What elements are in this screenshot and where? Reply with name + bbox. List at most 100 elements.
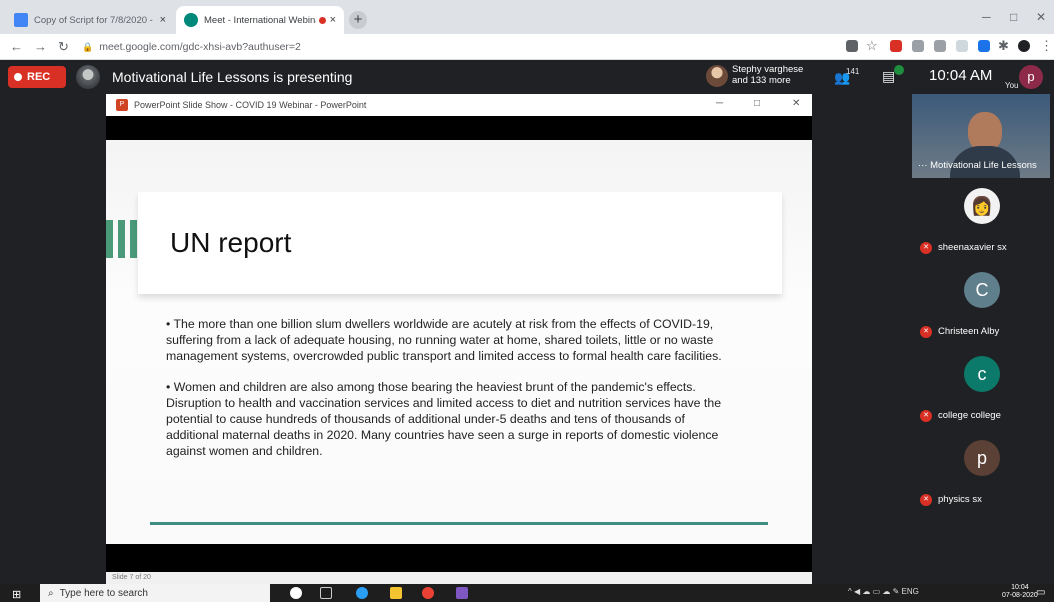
task-view-icon[interactable]: [320, 587, 332, 599]
app-icon[interactable]: [456, 587, 468, 599]
reload-icon[interactable]: ↻: [58, 39, 69, 55]
mic-off-icon: ✕: [920, 326, 932, 338]
bullet-2: • Women and children are also among thos…: [166, 379, 722, 459]
search-placeholder: Type here to search: [59, 587, 148, 599]
profile-icon[interactable]: [1018, 40, 1030, 52]
participant-name: Christeen Alby: [938, 326, 1000, 337]
search-icon: ⌕: [48, 587, 54, 599]
rec-label: REC: [27, 71, 51, 83]
participant-name: sheenaxavier sx: [938, 242, 1007, 253]
participant-name: college college: [938, 410, 1001, 421]
forward-icon[interactable]: →: [34, 39, 47, 54]
close-tab-icon[interactable]: ×: [160, 14, 166, 26]
people-count: 141: [846, 67, 860, 76]
minimize-icon[interactable]: ─: [716, 98, 723, 109]
language-indicator[interactable]: ENG: [902, 587, 919, 596]
participants-panel: ··· Motivational Life Lessons 👩 ✕ sheena…: [910, 94, 1054, 584]
meeting-clock: 10:04 AM: [929, 67, 993, 84]
featured-participant-tile[interactable]: ··· Motivational Life Lessons: [912, 94, 1050, 178]
back-icon[interactable]: ←: [10, 39, 23, 54]
extension-icon[interactable]: [956, 40, 968, 52]
close-tab-icon[interactable]: ×: [330, 14, 336, 26]
participant-tile[interactable]: p ✕ physics sx: [912, 432, 1050, 516]
joiner-name: Stephy varghese: [732, 64, 804, 75]
chrome-icon[interactable]: [422, 587, 434, 599]
slide: UN report • The more than one billion sl…: [106, 140, 812, 544]
tray-icons[interactable]: ^ ◀ ☁ ▭ ☁ ✎: [848, 587, 902, 596]
minimize-icon[interactable]: ─: [982, 10, 991, 24]
extension-icon[interactable]: [978, 40, 990, 52]
taskbar-date: 07-08-2020: [1002, 592, 1038, 599]
tab-title: Meet - International Webina: [204, 14, 316, 26]
taskbar-clock[interactable]: 10:04 07-08-2020: [1002, 584, 1038, 600]
slide-title: UN report: [170, 227, 292, 258]
participant-tile[interactable]: C ✕ Christeen Alby: [912, 264, 1050, 348]
system-tray: ^ ◀ ☁ ▭ ☁ ✎ ENG: [848, 587, 919, 596]
file-explorer-icon[interactable]: [390, 587, 402, 599]
participant-avatar: p: [964, 440, 1000, 476]
meet-top-bar: REC Motivational Life Lessons is present…: [0, 60, 1054, 94]
extension-icon[interactable]: [934, 40, 946, 52]
extensions-puzzle-icon[interactable]: ✱: [998, 38, 1009, 54]
recording-badge: REC: [8, 66, 66, 88]
maximize-icon[interactable]: □: [754, 98, 760, 109]
chat-badge: [894, 65, 904, 75]
participant-tile[interactable]: c ✕ college college: [912, 348, 1050, 432]
cortana-icon[interactable]: [290, 587, 302, 599]
record-dot-icon: [14, 73, 22, 81]
browser-tab-strip: Copy of Script for 7/8/2020 - Go × Meet …: [0, 0, 1054, 34]
bullet-1: • The more than one billion slum dweller…: [166, 317, 722, 364]
participant-name: physics sx: [938, 494, 982, 505]
url-text: meet.google.com/gdc-xhsi-avb?authuser=2: [99, 41, 301, 53]
close-icon[interactable]: ✕: [792, 98, 800, 109]
tab-title: Copy of Script for 7/8/2020 - Go: [34, 14, 156, 26]
joiner-notice: Stephy varghese and 133 more: [732, 64, 803, 86]
screen: Copy of Script for 7/8/2020 - Go × Meet …: [0, 0, 1054, 602]
presenter-avatar: [76, 65, 100, 89]
new-tab-button[interactable]: +: [349, 11, 367, 29]
participant-avatar: c: [964, 356, 1000, 392]
joiner-avatar: [706, 65, 728, 87]
self-label: You: [1005, 81, 1019, 90]
lock-icon: 🔒: [82, 41, 94, 52]
self-avatar[interactable]: p: [1019, 65, 1043, 89]
windows-start-icon[interactable]: ⊞: [12, 588, 21, 601]
tab-meet[interactable]: Meet - International Webina ×: [176, 6, 344, 34]
title-box: UN report: [138, 192, 782, 294]
powerpoint-icon: P: [116, 99, 128, 111]
taskbar-time: 10:04: [1011, 584, 1029, 591]
extension-icon[interactable]: [890, 40, 902, 52]
slide-body: • The more than one billion slum dweller…: [166, 316, 726, 474]
ppt-window-title: PowerPoint Slide Show - COVID 19 Webinar…: [134, 100, 367, 110]
mic-off-icon: ✕: [920, 242, 932, 254]
camera-icon[interactable]: [846, 40, 858, 52]
url-field[interactable]: 🔒 meet.google.com/gdc-xhsi-avb?authuser=…: [82, 37, 842, 57]
recording-indicator-icon: [318, 16, 326, 24]
slide-divider: [150, 522, 768, 525]
notification-icon[interactable]: ▭: [1036, 587, 1045, 598]
menu-icon[interactable]: ⋮: [1040, 38, 1053, 54]
meet-icon: [184, 13, 198, 27]
extension-icon[interactable]: [912, 40, 924, 52]
participant-avatar: 👩: [964, 188, 1000, 224]
edge-icon[interactable]: [356, 587, 368, 599]
presenting-title: Motivational Life Lessons is presenting: [112, 69, 353, 85]
close-window-icon[interactable]: ✕: [1036, 10, 1046, 24]
address-bar: ← → ↻ 🔒 meet.google.com/gdc-xhsi-avb?aut…: [0, 34, 1054, 60]
mic-off-icon: ✕: [920, 494, 932, 506]
featured-participant-name: ··· Motivational Life Lessons: [918, 160, 1037, 171]
joiner-more: and 133 more: [732, 75, 791, 86]
taskbar-search[interactable]: ⌕ Type here to search: [40, 584, 270, 602]
maximize-icon[interactable]: □: [1010, 10, 1017, 24]
slide-letterbox-top: [106, 116, 812, 140]
ppt-title-bar: P PowerPoint Slide Show - COVID 19 Webin…: [106, 94, 812, 116]
windows-taskbar: ⊞ ⌕ Type here to search ^ ◀ ☁ ▭ ☁ ✎ ENG …: [0, 584, 1054, 602]
tab-script-doc[interactable]: Copy of Script for 7/8/2020 - Go ×: [6, 6, 174, 34]
participant-avatar: C: [964, 272, 1000, 308]
mic-off-icon: ✕: [920, 410, 932, 422]
participant-tile[interactable]: 👩 ✕ sheenaxavier sx: [912, 180, 1050, 264]
slide-status: Slide 7 of 20: [106, 572, 812, 584]
docs-icon: [14, 13, 28, 27]
bookmark-star-icon[interactable]: ☆: [866, 38, 878, 54]
presentation-stage: P PowerPoint Slide Show - COVID 19 Webin…: [0, 94, 910, 584]
